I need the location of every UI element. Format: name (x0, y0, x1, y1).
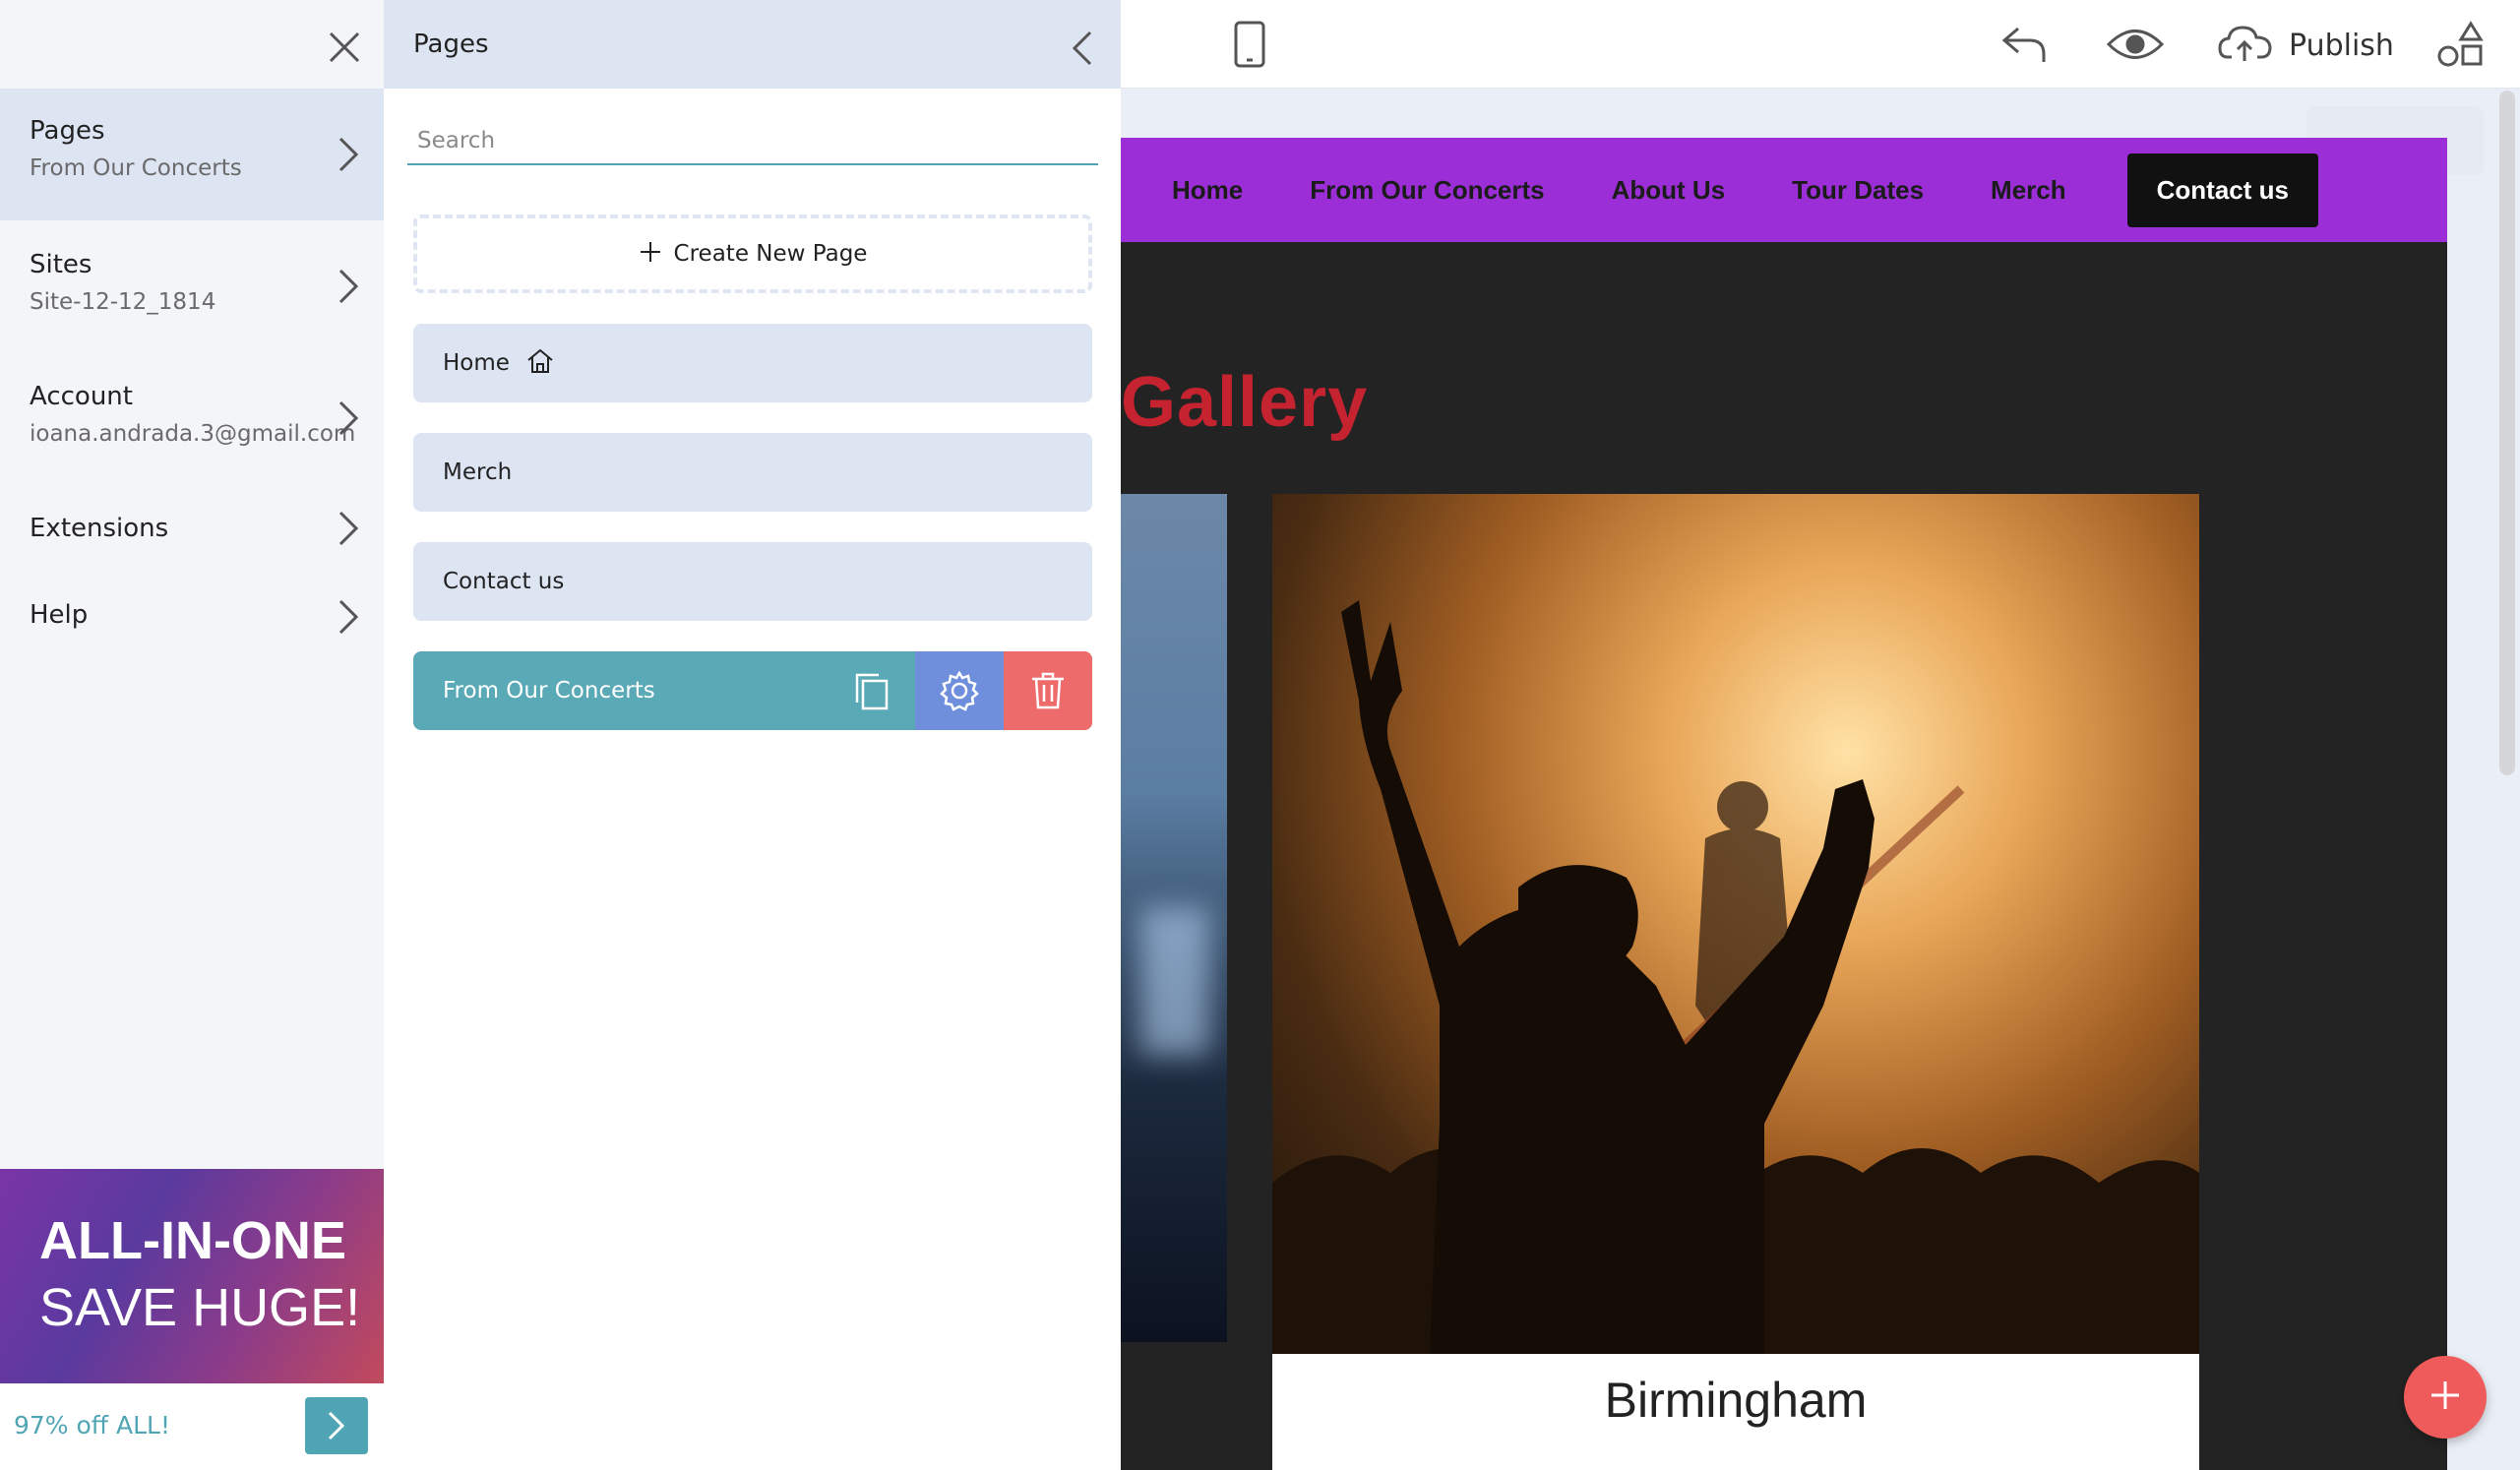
menu-item-account[interactable]: Account ioana.andrada.3@gmail.com (0, 352, 384, 484)
search-input[interactable] (407, 118, 1098, 165)
left-menu-header (0, 0, 384, 89)
menu-item-help[interactable]: Help (0, 573, 384, 661)
pages-panel: Pages Create New Page Home Merch Contact… (384, 0, 1121, 1470)
pages-panel-header: Pages (384, 0, 1121, 89)
promo-subheadline: SAVE HUGE! (39, 1278, 361, 1337)
chevron-right-icon (337, 267, 360, 306)
gear-icon (940, 670, 979, 711)
promo-banner[interactable]: ALL-IN-ONE SAVE HUGE! (0, 1169, 384, 1383)
card-title[interactable]: Birmingham (1272, 1372, 2199, 1429)
plus-icon (639, 240, 662, 268)
promo-headline: ALL-IN-ONE (39, 1211, 346, 1270)
page-item-label: From Our Concerts (443, 678, 655, 704)
publish-button[interactable]: Publish (2218, 18, 2394, 73)
promo-go-button[interactable] (305, 1397, 368, 1454)
page-item-label: Merch (443, 459, 513, 485)
editor-canvas: Home From Our Concerts About Us Tour Dat… (1121, 89, 2492, 1470)
page-item-label: Home (443, 350, 510, 376)
page-item-merch[interactable]: Merch (413, 433, 1092, 512)
chevron-right-icon (328, 1411, 345, 1440)
menu-item-title: Extensions (30, 514, 169, 543)
pages-panel-title: Pages (413, 30, 489, 59)
chevron-right-icon (337, 135, 360, 174)
create-new-page-button[interactable]: Create New Page (413, 214, 1092, 293)
page-item-label: Contact us (443, 569, 565, 594)
menu-item-subtitle: ioana.andrada.3@gmail.com (30, 421, 356, 447)
duplicate-page-button[interactable] (827, 651, 915, 730)
page-item-contact-us[interactable]: Contact us (413, 542, 1092, 621)
menu-item-sites[interactable]: Sites Site-12-12_1814 (0, 220, 384, 352)
menu-item-title: Sites (30, 250, 92, 279)
mobile-device-icon[interactable] (1230, 14, 1269, 75)
site-nav-about-us[interactable]: About Us (1612, 175, 1726, 206)
menu-item-title: Pages (30, 116, 105, 146)
plus-icon (2428, 1378, 2462, 1416)
promo-footer-text: 97% off ALL! (14, 1411, 170, 1439)
chevron-left-icon[interactable] (1071, 30, 1094, 67)
promo-footer: 97% off ALL! (0, 1383, 384, 1470)
page-item-home[interactable]: Home (413, 324, 1092, 402)
shapes-icon[interactable] (2436, 14, 2486, 75)
gallery-section[interactable]: Gallery Birmingham (1121, 242, 2447, 1470)
site-nav-tour-dates[interactable]: Tour Dates (1792, 175, 1924, 206)
chevron-right-icon (337, 597, 360, 637)
add-section-button[interactable] (2404, 1356, 2487, 1439)
page-item-from-our-concerts[interactable]: From Our Concerts (413, 651, 1092, 730)
close-icon[interactable] (325, 28, 364, 67)
menu-item-title: Help (30, 600, 89, 630)
gallery-card[interactable]: Birmingham (1272, 494, 2199, 1470)
left-menu: Pages From Our Concerts Sites Site-12-12… (0, 0, 384, 1470)
page-settings-button[interactable] (915, 651, 1004, 730)
undo-icon[interactable] (1999, 14, 2049, 75)
cloud-upload-icon (2218, 24, 2273, 67)
canvas-scrollbar[interactable] (2499, 91, 2515, 775)
home-icon (525, 347, 555, 379)
delete-page-button[interactable] (1004, 651, 1092, 730)
site-nav-merch[interactable]: Merch (1991, 175, 2066, 206)
menu-item-subtitle: From Our Concerts (30, 155, 242, 181)
site-nav-from-our-concerts[interactable]: From Our Concerts (1310, 175, 1544, 206)
menu-item-pages[interactable]: Pages From Our Concerts (0, 89, 384, 220)
trash-icon (1032, 672, 1064, 709)
concert-photo-left[interactable] (1121, 494, 1227, 1342)
gallery-title[interactable]: Gallery (1121, 362, 1368, 443)
site-nav-home[interactable]: Home (1172, 175, 1243, 206)
publish-label: Publish (2289, 28, 2394, 63)
concert-photo-birmingham[interactable] (1272, 494, 2199, 1354)
site-contact-button[interactable]: Contact us (2126, 153, 2318, 227)
duplicate-icon (855, 673, 889, 710)
menu-item-title: Account (30, 382, 133, 411)
preview-eye-icon[interactable] (2106, 14, 2165, 75)
menu-item-subtitle: Site-12-12_1814 (30, 289, 216, 315)
site-navigation[interactable]: Home From Our Concerts About Us Tour Dat… (1121, 138, 2447, 242)
menu-item-extensions[interactable]: Extensions (0, 484, 384, 573)
chevron-right-icon (337, 398, 360, 438)
chevron-right-icon (337, 509, 360, 548)
create-new-page-label: Create New Page (673, 241, 868, 267)
